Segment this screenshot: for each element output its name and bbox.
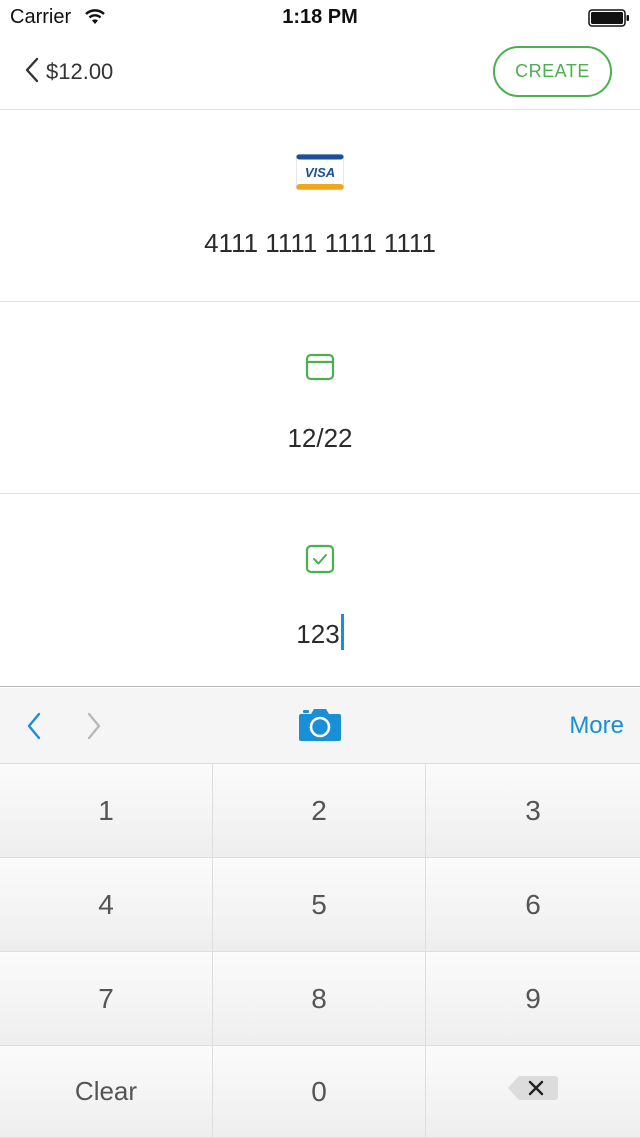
- camera-icon[interactable]: [298, 706, 342, 747]
- visa-brand-text: VISA: [305, 165, 335, 180]
- cvv-value-container[interactable]: 123: [0, 614, 640, 650]
- keyboard-toolbar: More: [0, 688, 640, 764]
- calendar-icon: [0, 352, 640, 382]
- key-4[interactable]: 4: [0, 858, 213, 952]
- key-0[interactable]: 0: [213, 1046, 426, 1138]
- status-time: 1:18 PM: [282, 6, 358, 28]
- text-cursor: [340, 614, 344, 650]
- delete-key[interactable]: [426, 1046, 640, 1138]
- create-button[interactable]: CREATE: [493, 46, 612, 97]
- card-number-value: 4111 1111 1111 1111: [204, 228, 436, 258]
- prev-arrow-icon[interactable]: [22, 710, 46, 747]
- back-amount-label: $12.00: [46, 59, 114, 84]
- clear-key[interactable]: Clear: [0, 1046, 213, 1138]
- key-6[interactable]: 6: [426, 858, 640, 952]
- visa-card-icon: VISA: [0, 154, 640, 190]
- more-button[interactable]: More: [569, 712, 624, 740]
- status-bar: Carrier 1:18 PM: [0, 0, 640, 36]
- next-arrow-icon[interactable]: [82, 710, 106, 747]
- back-chevron-icon: [24, 57, 46, 88]
- cvv-field[interactable]: 123: [0, 494, 640, 687]
- back-button[interactable]: $12.00: [24, 52, 113, 92]
- key-1[interactable]: 1: [0, 764, 213, 858]
- key-7[interactable]: 7: [0, 952, 213, 1046]
- numeric-keypad: 1 2 3 4 5 6 7 8 9 Clear 0: [0, 764, 640, 1138]
- expiry-value: 12/22: [287, 423, 353, 453]
- navigation-bar: $12.00 CREATE: [0, 36, 640, 110]
- battery-icon: [588, 9, 630, 27]
- card-number-field[interactable]: VISA 4111 1111 1111 1111: [0, 110, 640, 302]
- key-2[interactable]: 2: [213, 764, 426, 858]
- expiry-field[interactable]: 12/22: [0, 302, 640, 494]
- checkbox-icon: [0, 544, 640, 574]
- key-3[interactable]: 3: [426, 764, 640, 858]
- key-8[interactable]: 8: [213, 952, 426, 1046]
- key-5[interactable]: 5: [213, 858, 426, 952]
- key-9[interactable]: 9: [426, 952, 640, 1046]
- cvv-value: 123: [296, 619, 340, 649]
- delete-icon: [507, 1074, 559, 1109]
